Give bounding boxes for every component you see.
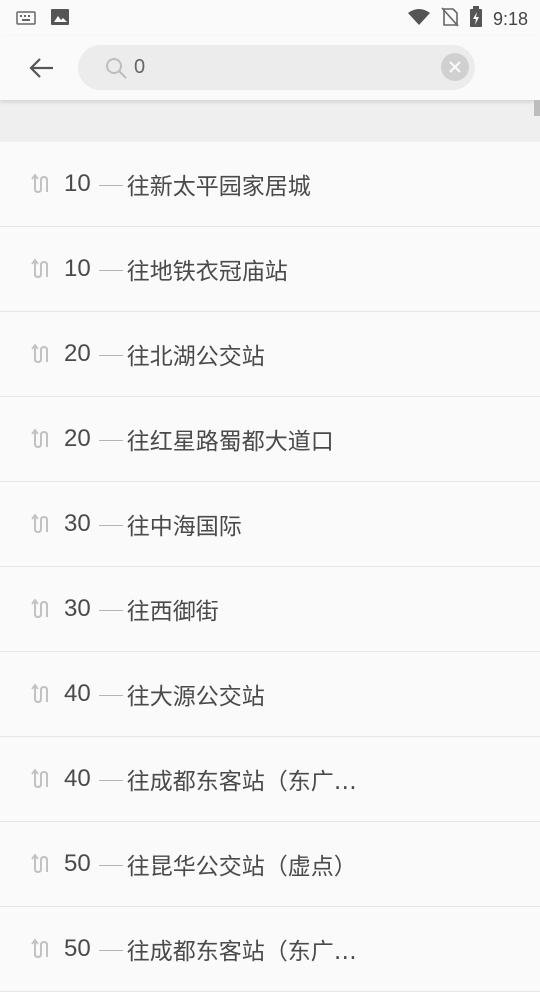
- back-button[interactable]: [22, 50, 62, 86]
- separator-dash: [98, 354, 123, 356]
- route-number: 40: [64, 680, 91, 707]
- route-number: 20: [64, 425, 91, 452]
- bus-route-icon: [30, 342, 54, 366]
- clear-search-button[interactable]: [441, 53, 469, 81]
- section-spacer: [0, 100, 540, 142]
- route-number: 40: [64, 765, 91, 792]
- list-item[interactable]: 50 往成都东客站（东广…: [0, 907, 540, 992]
- route-destination: 往红星路蜀都大道口: [126, 429, 334, 455]
- separator-dash: [98, 949, 123, 951]
- bus-route-icon: [30, 767, 54, 791]
- separator-dash: [98, 184, 123, 186]
- close-icon: [449, 61, 461, 73]
- list-item[interactable]: 40 往成都东客站（东广…: [0, 737, 540, 822]
- route-destination: 往中海国际: [126, 514, 242, 540]
- separator-dash: [98, 269, 123, 271]
- bus-route-icon: [30, 597, 54, 621]
- search-header: [0, 36, 540, 100]
- separator-dash: [98, 439, 123, 441]
- keyboard-icon: [16, 10, 36, 29]
- wifi-icon: [407, 8, 431, 30]
- battery-icon: [469, 6, 483, 32]
- list-item[interactable]: 50 往昆华公交站（虚点）: [0, 822, 540, 907]
- route-destination: 往大源公交站: [126, 684, 265, 710]
- route-destination: 往成都东客站（东广…: [126, 769, 357, 795]
- separator-dash: [98, 864, 123, 866]
- bus-route-icon: [30, 682, 54, 706]
- separator-dash: [98, 779, 123, 781]
- search-icon: [104, 56, 128, 84]
- route-destination: 往西御街: [126, 599, 219, 625]
- route-list: 10 往新太平园家居城 10 往地铁衣冠庙站 20 往北湖公交站 20 往红星路…: [0, 142, 540, 992]
- route-destination: 往北湖公交站: [126, 344, 265, 370]
- separator-dash: [98, 524, 123, 526]
- route-number: 20: [64, 340, 91, 367]
- search-input[interactable]: [134, 53, 434, 81]
- route-number: 30: [64, 595, 91, 622]
- bus-route-icon: [30, 852, 54, 876]
- route-number: 50: [64, 850, 91, 877]
- clock: 9:18: [492, 8, 528, 29]
- scrollbar[interactable]: [534, 100, 540, 116]
- list-item[interactable]: 30 往西御街: [0, 567, 540, 652]
- separator-dash: [98, 609, 123, 611]
- route-destination: 往成都东客站（东广…: [126, 939, 357, 965]
- image-icon: [50, 8, 70, 30]
- route-number: 10: [64, 170, 91, 197]
- route-number: 30: [64, 510, 91, 537]
- route-destination: 往新太平园家居城: [126, 174, 311, 200]
- no-sim-icon: [441, 7, 459, 31]
- list-item[interactable]: 10 往新太平园家居城: [0, 142, 540, 227]
- route-number: 50: [64, 935, 91, 962]
- bus-route-icon: [30, 257, 54, 281]
- route-destination: 往地铁衣冠庙站: [126, 259, 288, 285]
- bus-route-icon: [30, 512, 54, 536]
- list-item[interactable]: 20 往北湖公交站: [0, 312, 540, 397]
- bus-route-icon: [30, 427, 54, 451]
- list-item[interactable]: 30 往中海国际: [0, 482, 540, 567]
- bus-route-icon: [30, 937, 54, 961]
- search-bar[interactable]: [78, 45, 475, 90]
- back-arrow-icon: [29, 58, 53, 78]
- list-item[interactable]: 10 往地铁衣冠庙站: [0, 227, 540, 312]
- separator-dash: [98, 694, 123, 696]
- bus-route-icon: [30, 172, 54, 196]
- status-bar: 9:18: [0, 0, 540, 36]
- list-item[interactable]: 20 往红星路蜀都大道口: [0, 397, 540, 482]
- list-item[interactable]: 40 往大源公交站: [0, 652, 540, 737]
- route-destination: 往昆华公交站（虚点）: [126, 854, 357, 880]
- route-number: 10: [64, 255, 91, 282]
